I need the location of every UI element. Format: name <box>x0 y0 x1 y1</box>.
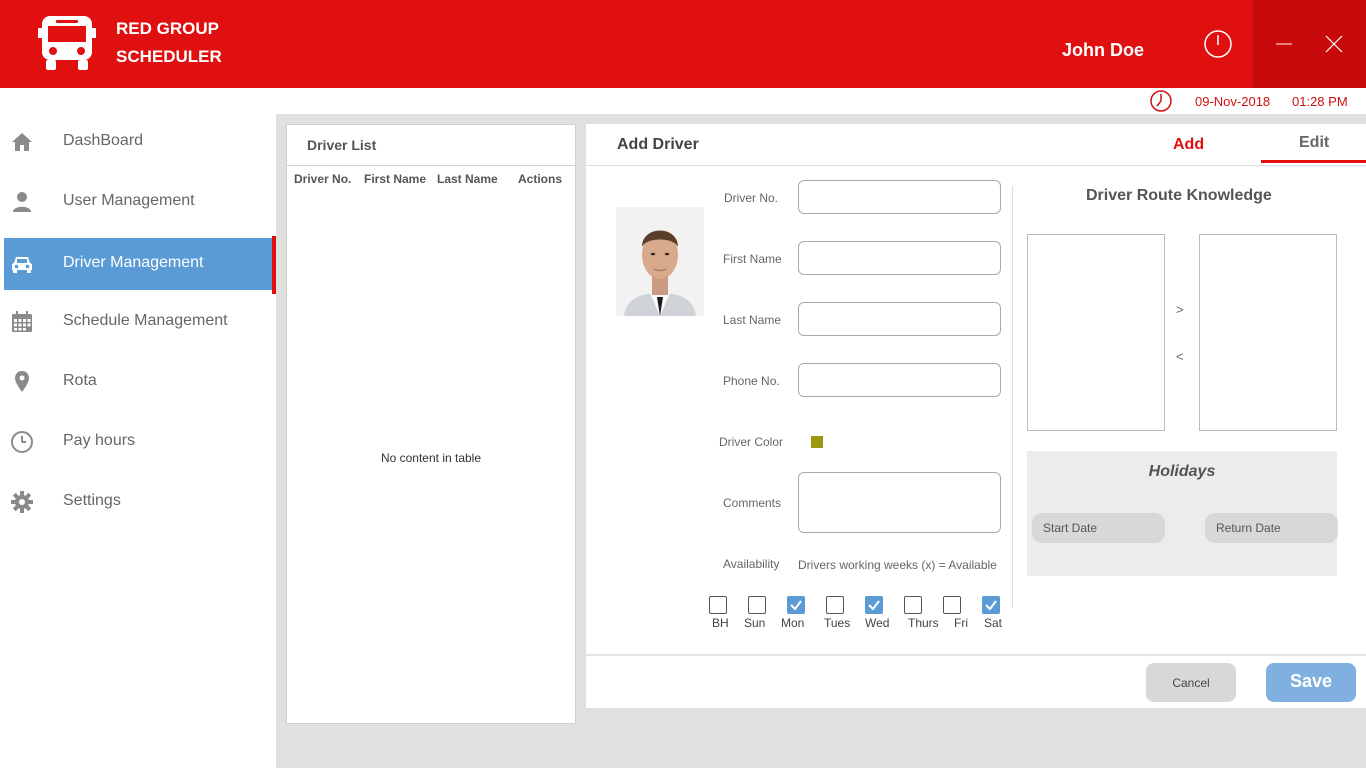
column-header-last-name[interactable]: Last Name <box>437 172 498 186</box>
sidebar-item-dashboard[interactable]: DashBoard <box>4 116 272 168</box>
empty-table-message: No content in table <box>380 451 482 465</box>
app-title: RED GROUP SCHEDULER <box>116 15 222 71</box>
checkbox-box[interactable] <box>709 596 727 614</box>
start-date-picker[interactable]: Start Date <box>1032 513 1165 543</box>
sidebar-item-driver-management[interactable]: Driver Management <box>4 238 272 290</box>
checkbox-box[interactable] <box>748 596 766 614</box>
sidebar-item-label: User Management <box>63 192 195 209</box>
driver-list-title: Driver List <box>307 137 377 153</box>
day-label-thurs: Thurs <box>908 616 939 630</box>
holidays-section: Holidays Start Date Return Date <box>1027 451 1338 576</box>
sidebar-item-pay-hours[interactable]: Pay hours <box>4 416 272 468</box>
driver-no-field[interactable] <box>798 180 1001 214</box>
checkbox-box[interactable] <box>787 596 805 614</box>
divider <box>287 165 575 166</box>
column-header-first-name[interactable]: First Name <box>364 172 426 186</box>
checkbox-box[interactable] <box>904 596 922 614</box>
day-label-mon: Mon <box>781 616 805 630</box>
power-icon[interactable] <box>1202 28 1234 60</box>
check-icon <box>868 600 880 611</box>
phone-no-label: Phone No. <box>723 374 780 388</box>
minimize-icon[interactable] <box>1274 34 1294 54</box>
checkbox-box[interactable] <box>982 596 1000 614</box>
active-nav-marker <box>272 236 276 294</box>
cancel-button[interactable]: Cancel <box>1146 663 1236 702</box>
route-knowledge-title: Driver Route Knowledge <box>1086 187 1272 204</box>
user-name: John Doe <box>1062 40 1145 60</box>
divider <box>586 654 1366 656</box>
clock-icon <box>1150 90 1172 112</box>
day-label-wed: Wed <box>865 616 890 630</box>
checkbox-box[interactable] <box>826 596 844 614</box>
checkbox-box[interactable] <box>943 596 961 614</box>
sidebar-item-user-management[interactable]: User Management <box>4 176 272 228</box>
column-header-actions[interactable]: Actions <box>518 172 562 186</box>
known-routes-list[interactable] <box>1199 234 1337 431</box>
app-title-line2: SCHEDULER <box>116 47 222 66</box>
divider <box>586 165 1366 166</box>
sidebar-item-label: Rota <box>63 372 97 389</box>
bus-icon <box>38 16 96 70</box>
clock-icon <box>11 431 33 453</box>
sidebar-item-label: DashBoard <box>63 132 144 149</box>
first-name-field[interactable] <box>798 241 1001 275</box>
check-icon <box>985 600 997 611</box>
last-name-label: Last Name <box>723 313 782 327</box>
day-label-sun: Sun <box>744 616 766 630</box>
car-icon <box>12 257 32 273</box>
gear-icon <box>11 491 33 513</box>
home-icon <box>12 133 32 151</box>
sidebar-item-label: Schedule Management <box>63 312 228 329</box>
tab-add[interactable]: Add <box>1173 136 1204 154</box>
sidebar-item-settings[interactable]: Settings <box>4 476 272 528</box>
checkbox-box[interactable] <box>865 596 883 614</box>
first-name-label: First Name <box>723 252 782 266</box>
holidays-title: Holidays <box>1148 463 1216 480</box>
availability-label: Availability <box>723 557 780 571</box>
day-label-sat: Sat <box>984 616 1003 630</box>
divider <box>1012 186 1013 608</box>
tab-edit[interactable]: Edit <box>1299 134 1329 152</box>
availability-note: Drivers working weeks (x) = Available <box>798 558 997 572</box>
sidebar-item-label: Settings <box>63 492 121 509</box>
current-time: 01:28 PM <box>1292 94 1348 109</box>
driver-photo[interactable] <box>616 207 704 316</box>
sidebar-item-label: Driver Management <box>63 254 204 271</box>
current-date: 09-Nov-2018 <box>1195 94 1271 109</box>
return-date-picker[interactable]: Return Date <box>1205 513 1338 543</box>
tab-underline <box>1261 160 1366 163</box>
comments-field[interactable] <box>798 472 1001 533</box>
calendar-icon <box>12 311 32 332</box>
app-header: RED GROUP SCHEDULER John Doe <box>0 0 1366 88</box>
sidebar-item-rota[interactable]: Rota <box>4 356 272 408</box>
window-controls <box>1253 0 1366 88</box>
map-pin-icon <box>15 371 29 392</box>
available-routes-list[interactable] <box>1027 234 1165 431</box>
day-label-tues: Tues <box>824 616 851 630</box>
day-label-bh: BH <box>712 616 729 630</box>
phone-no-field[interactable] <box>798 363 1001 397</box>
save-button[interactable]: Save <box>1266 663 1356 702</box>
add-driver-panel: Add Driver Add Edit Driver No. First Nam… <box>586 124 1366 708</box>
driver-color-picker[interactable] <box>811 436 823 448</box>
driver-color-label: Driver Color <box>719 435 784 449</box>
day-label-fri: Fri <box>954 616 968 630</box>
user-icon <box>13 192 31 212</box>
check-icon <box>790 600 802 611</box>
close-icon[interactable] <box>1324 34 1344 54</box>
app-title-line1: RED GROUP <box>116 19 219 38</box>
add-driver-title: Add Driver <box>617 136 699 153</box>
last-name-field[interactable] <box>798 302 1001 336</box>
column-header-driver-no[interactable]: Driver No. <box>294 172 351 186</box>
move-right-button[interactable]: > <box>1176 302 1184 317</box>
datetime-bar: 09-Nov-2018 01:28 PM <box>0 88 1366 114</box>
sidebar-item-schedule-management[interactable]: Schedule Management <box>4 296 272 348</box>
driver-no-label: Driver No. <box>724 191 779 205</box>
move-left-button[interactable]: < <box>1176 349 1184 364</box>
sidebar-item-label: Pay hours <box>63 432 136 449</box>
comments-label: Comments <box>723 496 782 510</box>
driver-list-panel: Driver List Driver No. First Name Last N… <box>286 124 576 724</box>
